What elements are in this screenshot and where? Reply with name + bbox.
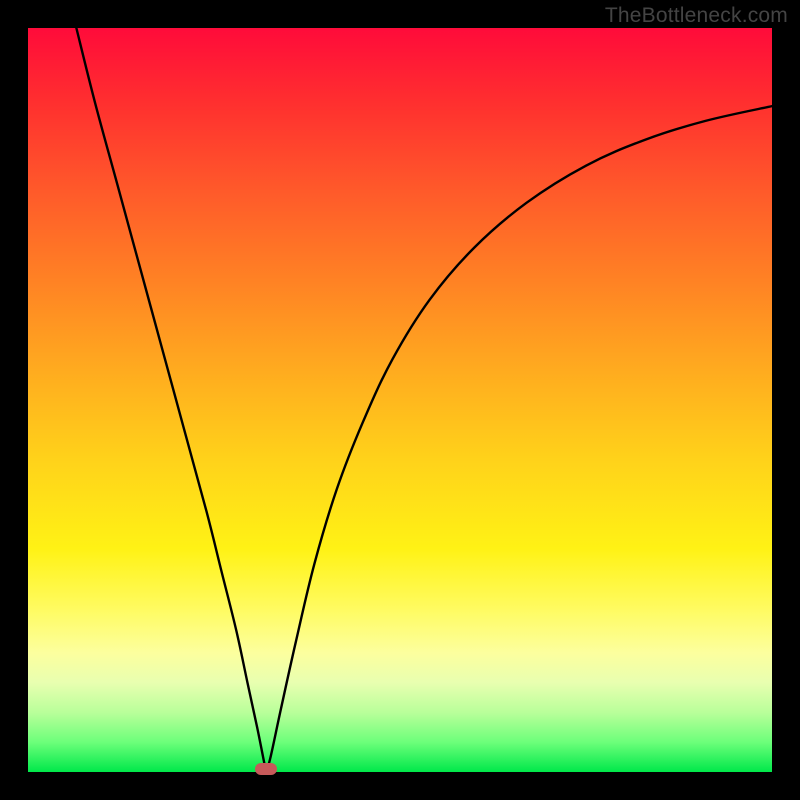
optimum-marker bbox=[255, 763, 277, 775]
bottleneck-curve bbox=[28, 28, 772, 772]
watermark-text: TheBottleneck.com bbox=[605, 4, 788, 28]
chart-plot-area bbox=[28, 28, 772, 772]
